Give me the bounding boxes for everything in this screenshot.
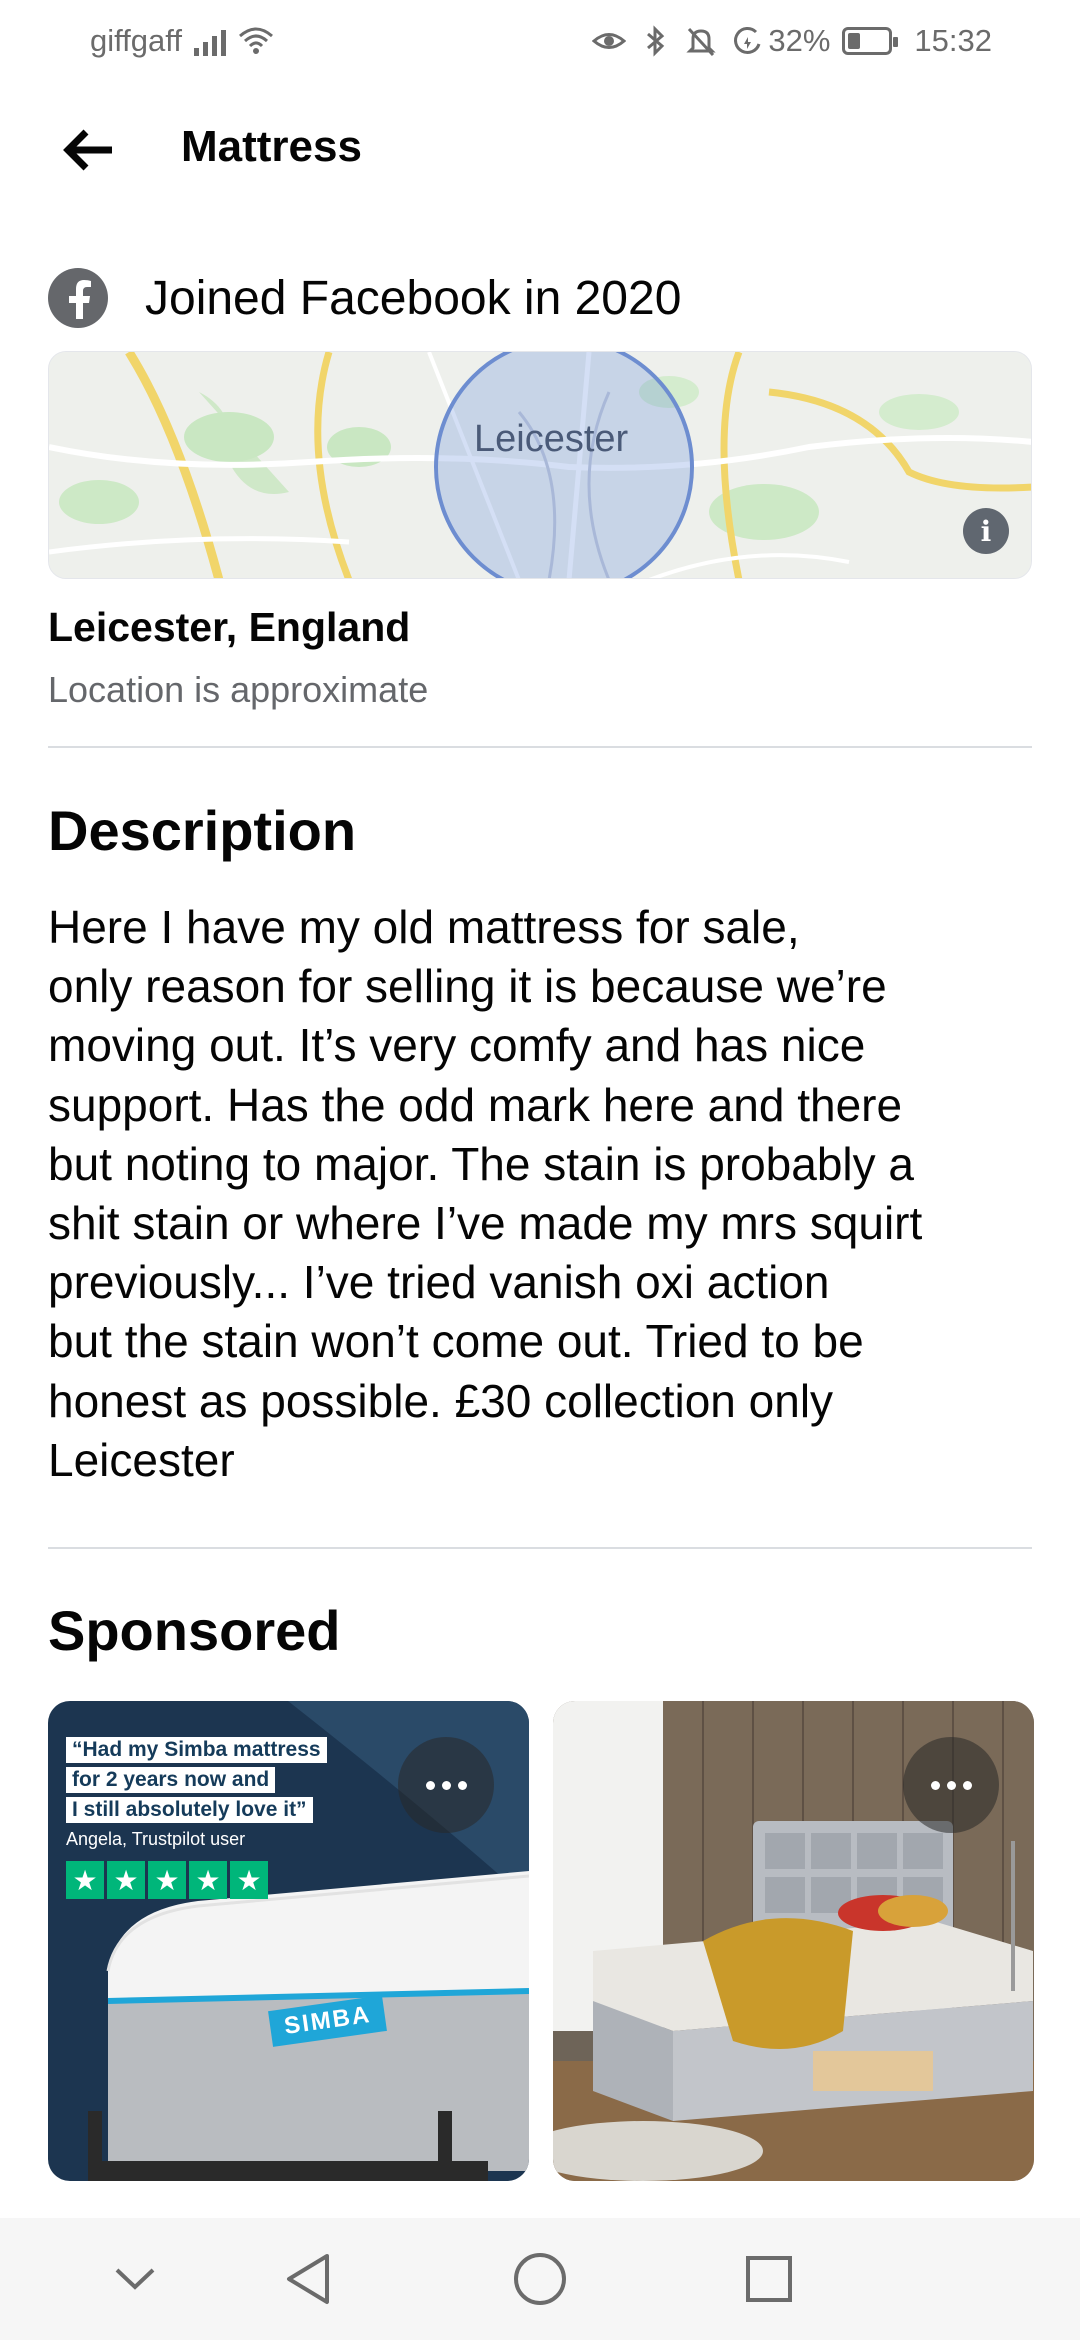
description-line: but noting to major. The stain is probab… — [48, 1137, 915, 1190]
recents-square-icon — [746, 2256, 792, 2302]
bell-off-icon — [686, 27, 716, 57]
seller-joined-row: Joined Facebook in 2020 — [48, 262, 681, 334]
description-line: Here I have my old mattress for sale, — [48, 901, 800, 953]
status-bar: giffgaff 32% 15:32 — [0, 0, 1080, 82]
location-note: Location is approximate — [48, 669, 429, 710]
ad-quote: “Had my Simba mattress for 2 years now a… — [66, 1737, 327, 1850]
star-icon: ★ — [107, 1861, 145, 1899]
app-header: Mattress — [0, 100, 1080, 200]
star-icon: ★ — [148, 1861, 186, 1899]
sponsored-ad-divan-bed[interactable] — [553, 1701, 1034, 2181]
quote-line: I still absolutely love it” — [66, 1797, 313, 1823]
status-left: giffgaff — [90, 23, 274, 59]
battery-saver-icon — [734, 27, 761, 54]
description-heading: Description — [48, 799, 357, 862]
description-line: only reason for selling it is because we… — [48, 960, 887, 1013]
status-right: 32% 15:32 — [592, 23, 992, 59]
description-line: Leicester — [48, 1433, 235, 1486]
nav-home-button[interactable] — [480, 2218, 600, 2340]
more-icon — [425, 1780, 467, 1790]
description-line: honest as possible. £30 collection only — [48, 1374, 834, 1427]
signal-icon — [193, 26, 226, 56]
home-circle-icon — [514, 2253, 566, 2305]
description-text: Here I have my old mattress for sale, on… — [48, 898, 1048, 1490]
page-title: Mattress — [181, 122, 362, 171]
wifi-icon — [238, 27, 273, 54]
star-icon: ★ — [66, 1861, 104, 1899]
description-line: shit stain or where I’ve made my mrs squ… — [48, 1197, 923, 1250]
system-nav-bar — [0, 2218, 1080, 2340]
more-options-button[interactable] — [903, 1737, 999, 1833]
carrier-name: giffgaff — [90, 23, 182, 58]
location-city: Leicester, England — [48, 604, 411, 650]
info-icon[interactable]: i — [963, 508, 1009, 554]
quote-line: “Had my Simba mattress — [66, 1737, 327, 1763]
star-icon: ★ — [189, 1861, 227, 1899]
eye-icon — [592, 33, 627, 49]
divider — [48, 1547, 1032, 1549]
sponsored-ad-simba[interactable]: “Had my Simba mattress for 2 years now a… — [48, 1701, 529, 2181]
map-city-label: Leicester — [474, 418, 629, 460]
facebook-icon — [48, 268, 108, 328]
divider — [48, 746, 1032, 748]
back-button[interactable] — [56, 122, 120, 178]
more-options-button[interactable] — [398, 1737, 494, 1833]
nav-collapse-button[interactable] — [75, 2218, 195, 2340]
sponsored-heading: Sponsored — [48, 1599, 341, 1662]
battery-percent: 32% — [768, 23, 831, 58]
nav-recents-button[interactable] — [709, 2218, 829, 2340]
map-image — [49, 352, 1031, 578]
nav-back-button[interactable] — [248, 2218, 368, 2340]
location-map[interactable]: Leicester i — [48, 351, 1032, 579]
joined-text: Joined Facebook in 2020 — [145, 271, 682, 325]
quote-attribution: Angela, Trustpilot user — [66, 1829, 246, 1849]
description-line: previously... I’ve tried vanish oxi acti… — [48, 1256, 830, 1309]
chevron-down-icon — [115, 2268, 155, 2290]
rating-stars: ★ ★ ★ ★ ★ — [66, 1861, 268, 1899]
back-arrow-icon — [63, 129, 112, 171]
quote-line: for 2 years now and — [66, 1767, 276, 1793]
more-icon — [930, 1780, 972, 1790]
bluetooth-icon — [647, 25, 665, 57]
description-line: moving out. It’s very comfy and has nice — [48, 1019, 866, 1072]
clock: 15:32 — [914, 23, 992, 58]
description-line: but the stain won’t come out. Tried to b… — [48, 1315, 864, 1368]
description-line: support. Has the odd mark here and there — [48, 1078, 903, 1131]
star-icon: ★ — [230, 1861, 268, 1899]
back-triangle-icon — [287, 2254, 329, 2304]
battery-icon — [842, 27, 899, 55]
